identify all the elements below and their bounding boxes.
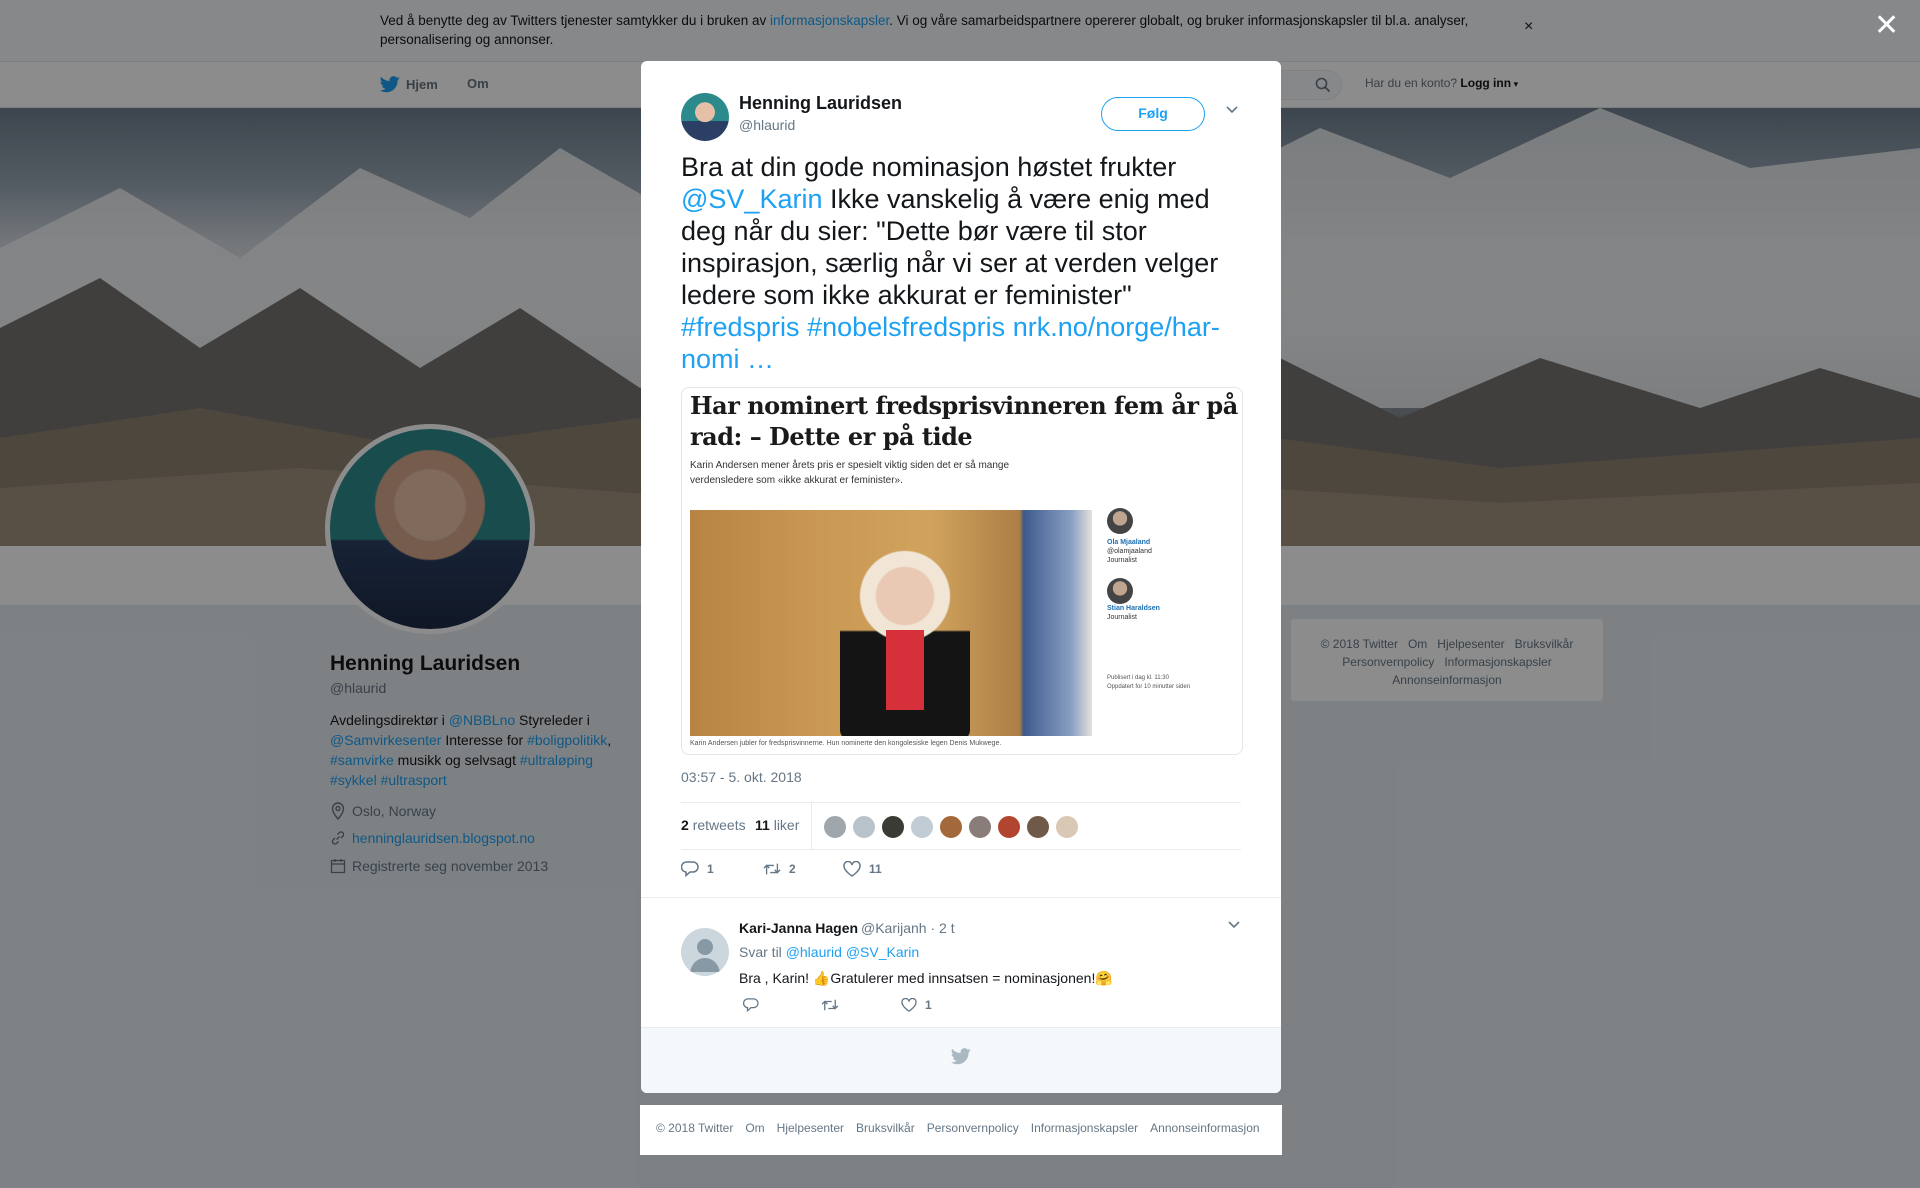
reply-button[interactable]: 1	[681, 861, 714, 877]
heart-icon	[843, 861, 861, 877]
modal-bottom-footer: © 2018 Twitter Om Hjelpesenter Bruksvilkår P…	[640, 1105, 1282, 1155]
tweet-modal: Henning Lauridsen @hlaurid Følg Bra at d…	[641, 61, 1281, 1093]
reply-retweet-button[interactable]	[821, 998, 839, 1012]
reply-count: 1	[707, 862, 714, 876]
liker-avatar[interactable]	[997, 815, 1021, 839]
reply-icon	[681, 861, 699, 877]
liker-avatar[interactable]	[1055, 815, 1079, 839]
liker-avatar[interactable]	[823, 815, 847, 839]
reply-tweet[interactable]: Kari-Janna Hagen @Karijanh · 2 t Svar ti…	[641, 897, 1281, 1017]
likes-label: liker	[773, 817, 800, 833]
tweet-author-avatar[interactable]	[681, 93, 729, 141]
byline-handle: @olamjaaland	[1107, 548, 1152, 555]
tweet-mention-link[interactable]: @SV_Karin	[681, 184, 822, 214]
tweet-text-part: Bra at din gode nominasjon høstet frukte…	[681, 152, 1177, 182]
author-photo	[1107, 508, 1133, 534]
retweets-stat[interactable]: 2 retweets	[681, 817, 746, 833]
liker-avatar[interactable]	[939, 815, 963, 839]
media-byline-1: Ola Mjaaland @olamjaaland Journalist	[1107, 538, 1152, 565]
footer-link-help[interactable]: Hjelpesenter	[777, 1121, 844, 1135]
tweet-timestamp[interactable]: 03:57 - 5. okt. 2018	[681, 769, 802, 785]
media-byline-2: Stian Haraldsen Journalist	[1107, 604, 1160, 622]
footer-copyright: © 2018 Twitter	[656, 1121, 734, 1135]
footer-link-ads-info[interactable]: Annonseinformasjon	[1150, 1121, 1259, 1135]
reply-author-avatar[interactable]	[681, 928, 729, 976]
reply-like-count: 1	[925, 998, 932, 1012]
default-avatar-icon	[690, 939, 720, 972]
tweet-author-handle[interactable]: @hlaurid	[739, 117, 795, 133]
person-shirt	[886, 630, 924, 710]
chevron-down-icon[interactable]	[1227, 920, 1241, 930]
liker-avatar[interactable]	[910, 815, 934, 839]
modal-footer	[641, 1027, 1281, 1093]
tweet-url-ellipsis[interactable]: …	[747, 344, 774, 374]
tweet-actions: 1 2 11	[681, 861, 1241, 891]
footer-link-about[interactable]: Om	[745, 1121, 764, 1135]
author-photo	[1107, 578, 1133, 604]
reply-to-line: Svar til @hlaurid @SV_Karin	[739, 944, 919, 960]
tweet-media-card[interactable]: Har nominert fredsprisvinneren fem år på…	[681, 387, 1243, 755]
footer-link-cookies[interactable]: Informasjonskapsler	[1031, 1121, 1138, 1135]
retweet-button[interactable]: 2	[763, 861, 796, 877]
reply-icon	[743, 998, 759, 1012]
hashtag-link-nobelsfredspris[interactable]: #nobelsfredspris	[807, 312, 1005, 342]
published-text: Publisert i dag kl. 11:30	[1107, 675, 1169, 681]
stats-divider	[811, 803, 812, 849]
retweet-icon	[763, 863, 781, 875]
liker-avatar[interactable]	[1026, 815, 1050, 839]
retweet-count: 2	[789, 862, 796, 876]
byline-name: Ola Mjaaland	[1107, 539, 1151, 546]
media-lede: Karin Andersen mener årets pris er spesi…	[690, 460, 1010, 486]
tweet-text: Bra at din gode nominasjon høstet frukte…	[681, 151, 1241, 375]
twitter-bird-icon	[951, 1048, 971, 1065]
reply-to-label: Svar til	[739, 944, 786, 960]
tweet-stats: 2 retweets 11 liker	[681, 802, 1241, 850]
heart-icon	[901, 998, 917, 1012]
reply-text: Bra , Karin! 👍Gratulerer med innsatsen =…	[739, 970, 1113, 986]
tweet-author-name[interactable]: Henning Lauridsen	[739, 93, 902, 114]
retweet-icon	[821, 999, 839, 1011]
retweets-label: retweets	[692, 817, 746, 833]
media-headline: Har nominert fredsprisvinneren fem år på…	[690, 391, 1238, 451]
footer-link-terms[interactable]: Bruksvilkår	[856, 1121, 915, 1135]
chevron-down-icon[interactable]	[1225, 105, 1239, 115]
media-photo	[690, 510, 1092, 736]
likes-stat[interactable]: 11 liker	[755, 817, 799, 833]
reply-author-handle[interactable]: @Karijanh · 2 t	[861, 920, 955, 936]
reply-actions: 1	[739, 998, 1039, 1018]
hashtag-link-fredspris[interactable]: #fredspris	[681, 312, 800, 342]
reply-reply-button[interactable]	[743, 998, 759, 1012]
follow-button[interactable]: Følg	[1101, 97, 1205, 131]
close-icon[interactable]: ✕	[1874, 8, 1899, 43]
byline-name: Stian Haraldsen	[1107, 605, 1160, 612]
retweets-count: 2	[681, 817, 689, 833]
liker-avatar[interactable]	[852, 815, 876, 839]
like-count: 11	[869, 862, 882, 876]
reply-author-name[interactable]: Kari-Janna Hagen	[739, 920, 858, 936]
media-caption: Karin Andersen jubler for fredsprisvinne…	[690, 740, 1002, 747]
like-button[interactable]: 11	[843, 861, 882, 877]
byline-role: Journalist	[1107, 614, 1137, 621]
liker-avatar[interactable]	[881, 815, 905, 839]
byline-role: Journalist	[1107, 557, 1137, 564]
reply-like-button[interactable]: 1	[901, 998, 932, 1012]
updated-text: Oppdatert for 10 minutter siden	[1107, 684, 1191, 690]
media-published: Publisert i dag kl. 11:30 Oppdatert for …	[1107, 674, 1190, 692]
likes-count: 11	[755, 817, 770, 833]
footer-link-privacy[interactable]: Personvernpolicy	[927, 1121, 1019, 1135]
reply-to-mentions[interactable]: @hlaurid @SV_Karin	[786, 944, 920, 960]
liker-avatar[interactable]	[968, 815, 992, 839]
